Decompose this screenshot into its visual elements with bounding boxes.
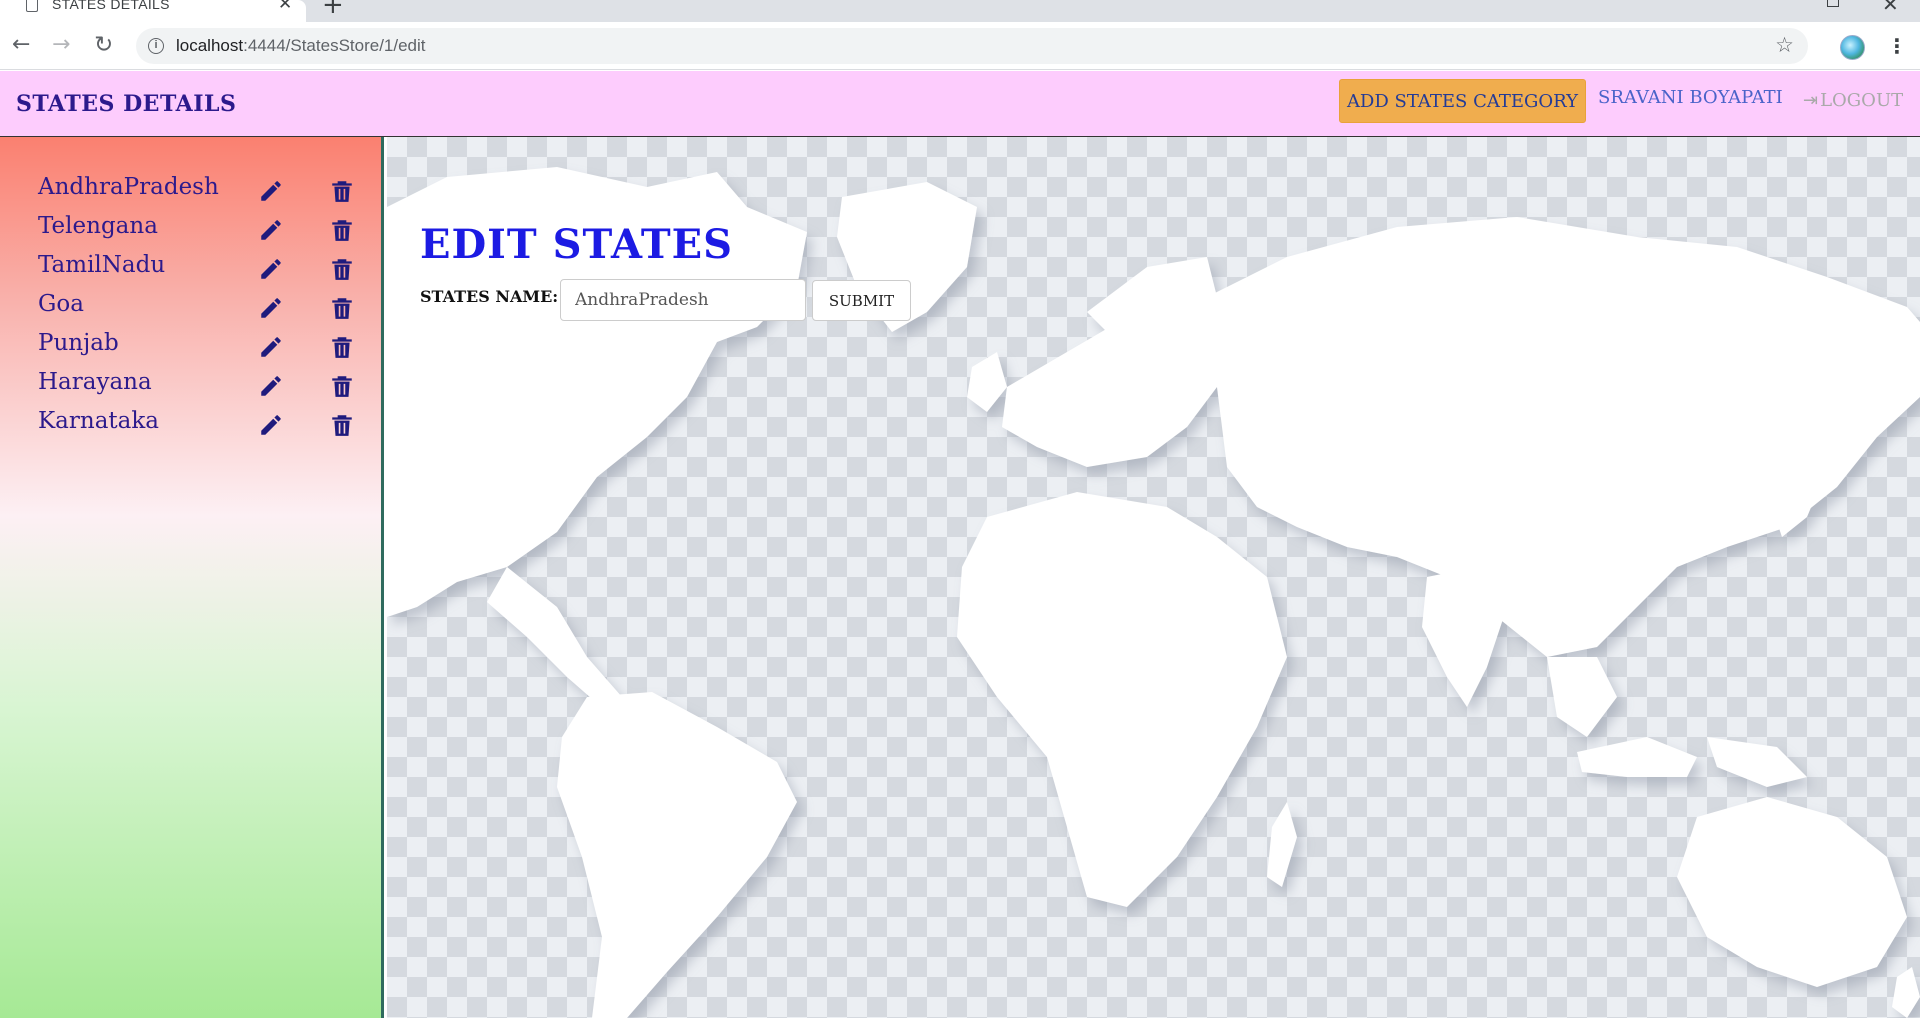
pencil-icon[interactable] [258,334,284,360]
document-icon [26,0,38,12]
states-name-input[interactable] [560,279,806,321]
profile-avatar[interactable] [1840,35,1865,60]
trash-icon[interactable] [329,217,355,243]
state-link[interactable]: Goa [38,291,84,317]
pencil-icon[interactable] [258,412,284,438]
state-link[interactable]: Telengana [38,213,158,239]
close-tab-icon[interactable]: ✕ [278,0,292,14]
state-link[interactable]: TamilNadu [38,252,165,278]
trash-icon[interactable] [329,334,355,360]
state-link[interactable]: Punjab [38,330,119,356]
state-list-item: Karnataka [0,400,384,448]
pencil-icon[interactable] [258,178,284,204]
state-link[interactable]: Karnataka [38,408,159,434]
logout-label: LOGOUT [1820,90,1904,111]
url-text[interactable]: localhost:4444/StatesStore/1/edit [176,36,426,56]
trash-icon[interactable] [329,178,355,204]
brand-title[interactable]: STATES DETAILS [16,91,236,117]
pencil-icon[interactable] [258,295,284,321]
state-link[interactable]: Harayana [38,369,152,395]
add-states-category-button[interactable]: ADD STATES CATEGORY [1339,79,1586,123]
submit-button[interactable]: SUBMIT [812,280,911,321]
browser-tabstrip: STATES DETAILS ✕ + ✕ [0,0,1920,22]
pencil-icon[interactable] [258,373,284,399]
new-tab-icon[interactable]: + [322,0,344,20]
trash-icon[interactable] [329,412,355,438]
pencil-icon[interactable] [258,217,284,243]
pencil-icon[interactable] [258,256,284,282]
state-link[interactable]: AndhraPradesh [38,174,219,200]
bookmark-star-icon[interactable]: ☆ [1775,33,1794,57]
site-info-icon[interactable]: i [148,38,164,54]
states-name-label: STATES NAME: [420,287,559,306]
trash-icon[interactable] [329,256,355,282]
trash-icon[interactable] [329,373,355,399]
address-bar[interactable]: i localhost:4444/StatesStore/1/edit ☆ [136,28,1808,64]
world-map-background [387,167,1920,1018]
tab-title: STATES DETAILS [52,0,170,12]
main-content: EDIT STATES STATES NAME: SUBMIT [387,137,1920,1018]
logout-link[interactable]: ⇥ LOGOUT [1803,90,1903,111]
browser-tab[interactable]: STATES DETAILS ✕ [0,0,306,22]
page-title: EDIT STATES [420,221,734,268]
trash-icon[interactable] [329,295,355,321]
window-restore-icon[interactable] [1827,0,1839,7]
back-arrow-icon[interactable]: ← [12,32,30,58]
app-navbar: STATES DETAILS ADD STATES CATEGORY SRAVA… [0,71,1920,137]
forward-arrow-icon[interactable]: → [52,32,70,58]
reload-icon[interactable]: ↻ [94,32,113,58]
browser-toolbar: ← → ↻ i localhost:4444/StatesStore/1/edi… [0,22,1920,70]
states-sidebar: AndhraPradesh Telengana TamilNadu Goa Pu… [0,137,384,1018]
browser-menu-icon[interactable]: ⋮ [1887,34,1907,58]
window-close-icon[interactable]: ✕ [1882,0,1899,16]
user-name-link[interactable]: SRAVANI BOYAPATI [1598,87,1783,108]
log-in-icon: ⇥ [1803,90,1819,111]
